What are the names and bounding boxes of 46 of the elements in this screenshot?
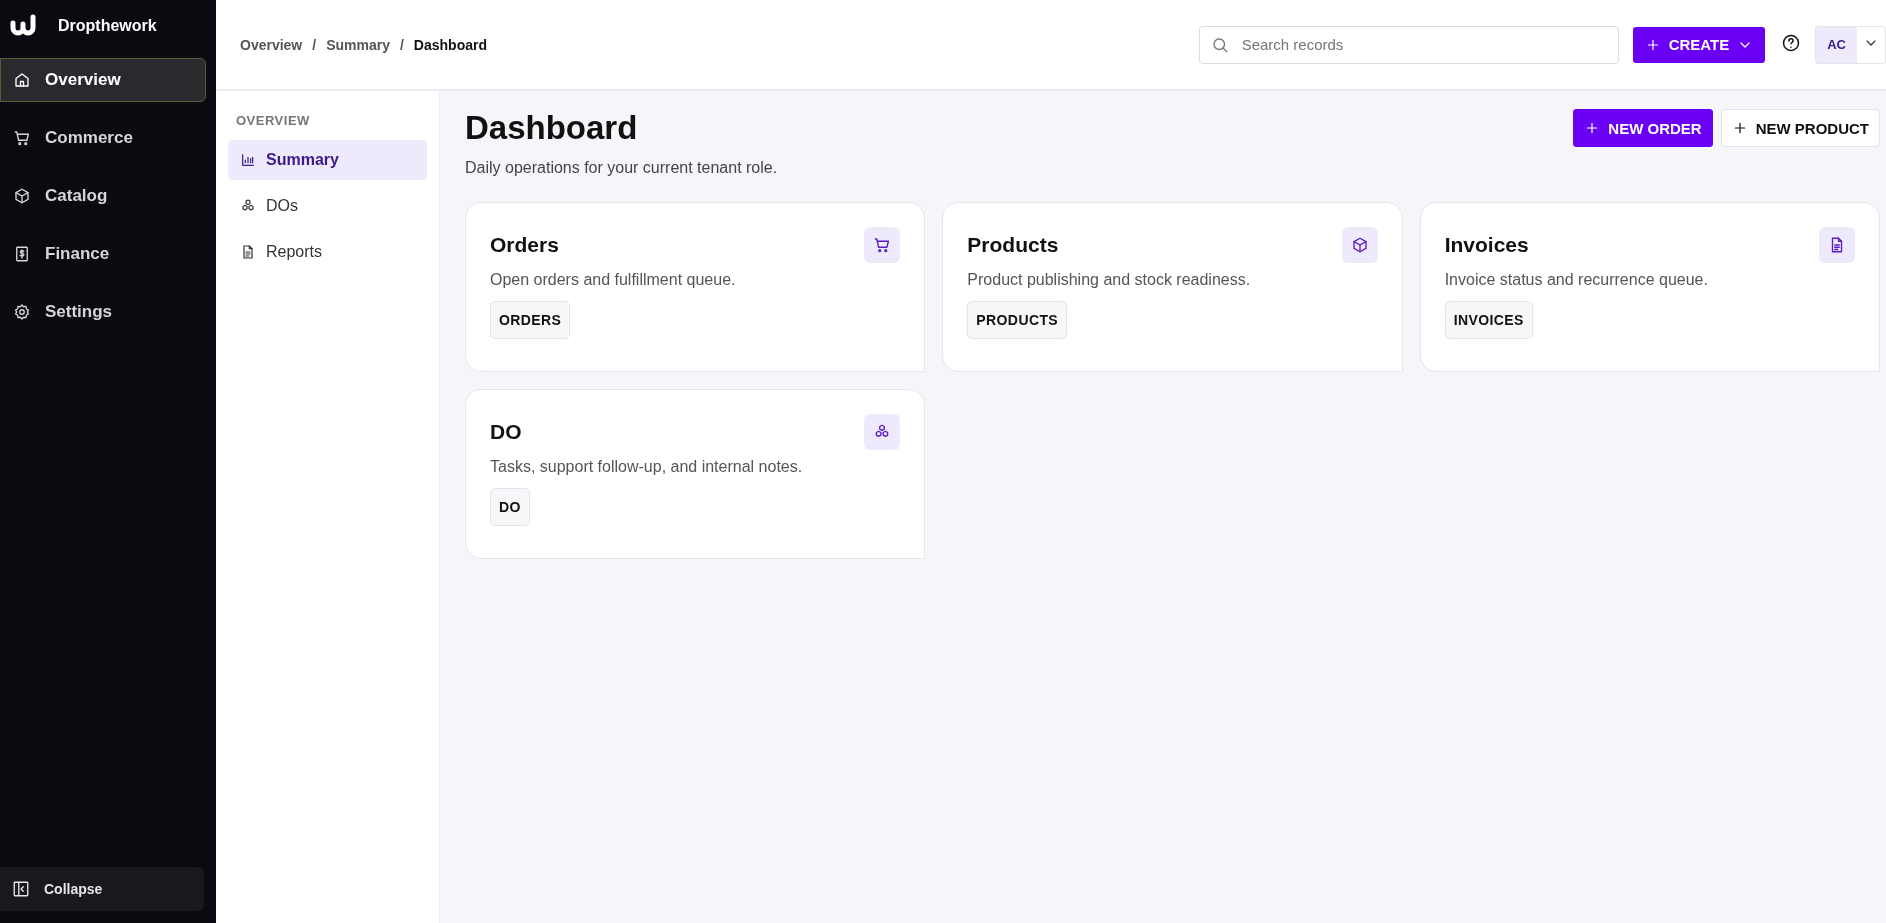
create-button[interactable]: CREATE <box>1632 26 1766 63</box>
home-icon <box>13 71 31 89</box>
card-tag[interactable]: INVOICES <box>1444 301 1533 339</box>
bar-chart-icon <box>240 152 256 168</box>
card-title: Orders <box>490 233 559 257</box>
dollar-receipt-icon <box>13 245 31 263</box>
page-title: Dashboard <box>465 109 638 147</box>
sidebar-item[interactable]: Catalog <box>0 174 206 218</box>
breadcrumb-separator: / <box>312 36 317 53</box>
card-description: Product publishing and stock readiness. <box>967 271 1252 289</box>
card-tag[interactable]: PRODUCTS <box>967 301 1068 339</box>
cart-icon <box>873 236 892 254</box>
brand-name: Dropthework <box>58 17 157 35</box>
subnav-item[interactable]: Summary <box>228 140 427 180</box>
sidebar-item[interactable]: Overview <box>0 58 206 102</box>
card-description: Invoice status and recurrence queue. <box>1444 271 1709 289</box>
subnav-item[interactable]: DOs <box>228 186 427 226</box>
sidebar-item[interactable]: Settings <box>0 290 206 334</box>
card-description: Tasks, support follow-up, and internal notes. <box>490 458 804 476</box>
sidebar-item[interactable]: Finance <box>0 232 206 276</box>
subnav-item[interactable]: Reports <box>228 232 427 272</box>
card-tag[interactable]: DO <box>490 488 530 526</box>
new-item-button[interactable]: NEW ORDER <box>1573 109 1713 147</box>
breadcrumb-link[interactable]: Summary <box>326 36 390 53</box>
cube-icon <box>13 187 31 205</box>
card-tag[interactable]: ORDERS <box>490 301 571 339</box>
card-title: Products <box>967 233 1059 257</box>
settings-icon <box>13 303 31 321</box>
breadcrumb-separator: / <box>399 36 404 53</box>
card-description: Open orders and fulfillment queue. <box>490 271 737 289</box>
help-icon <box>1781 32 1802 53</box>
cart-icon <box>13 129 31 147</box>
page-subtitle: Daily operations for your current tenant role. <box>465 159 779 177</box>
new-item-button[interactable]: NEW PRODUCT <box>1720 109 1880 147</box>
sidebar-item[interactable]: Commerce <box>0 116 206 160</box>
document-icon <box>240 244 256 260</box>
collapse-button[interactable]: Collapse <box>0 867 204 911</box>
user-initials: AC <box>1816 26 1857 63</box>
cube-icon <box>1350 236 1369 254</box>
section-heading: OVERVIEW <box>235 113 311 130</box>
collapse-icon <box>12 880 30 898</box>
breadcrumb-link[interactable]: Overview <box>240 36 303 53</box>
card-title: Invoices <box>1444 233 1529 257</box>
user-menu[interactable]: AC <box>1815 25 1886 64</box>
card-title: DO <box>490 420 522 444</box>
search-field[interactable]: Search records <box>1198 25 1619 64</box>
